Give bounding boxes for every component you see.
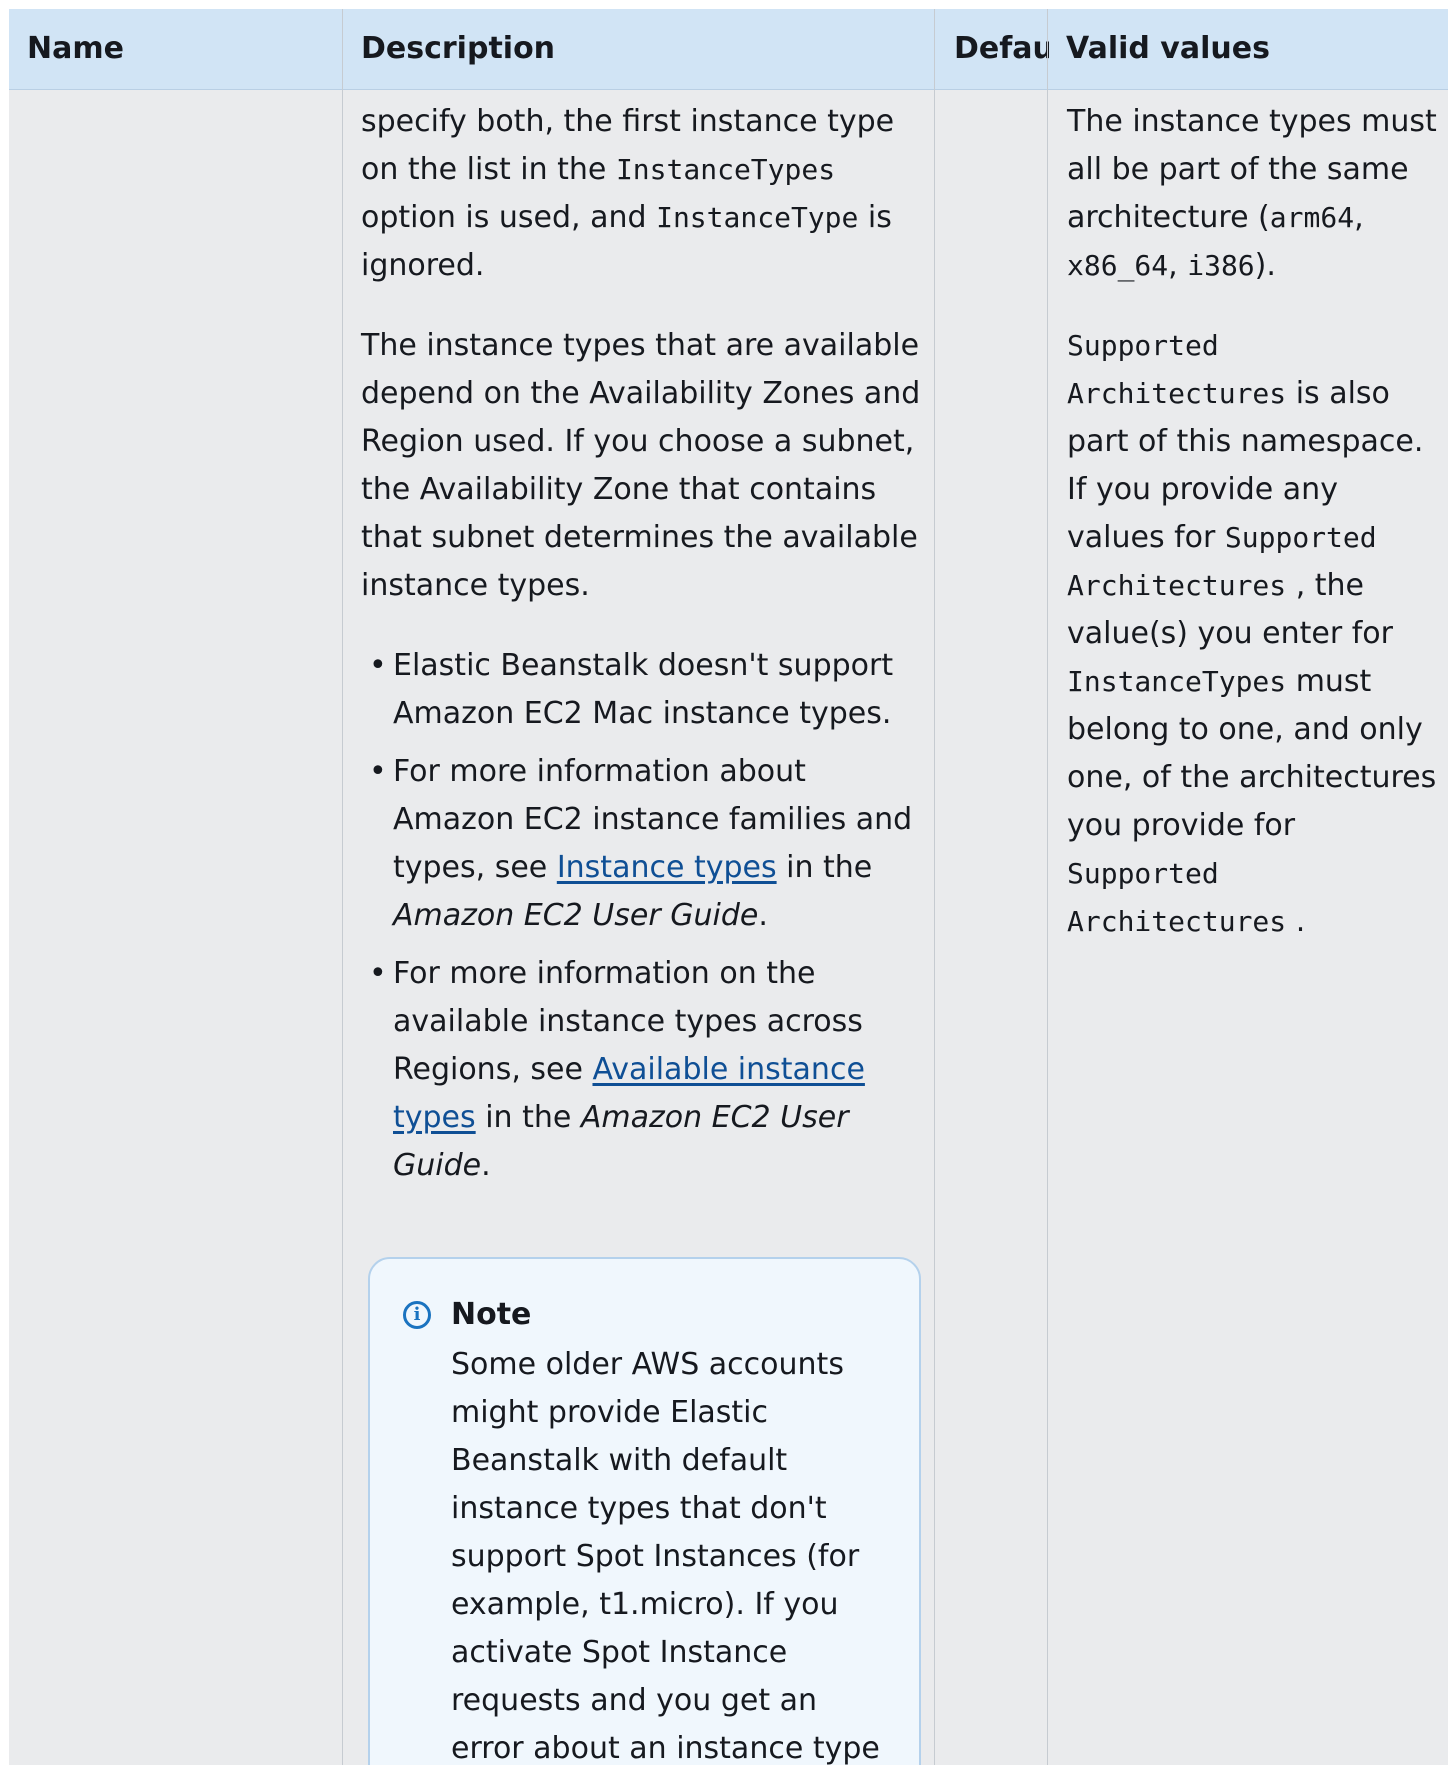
text: option is used, and [361, 200, 657, 235]
description-paragraph: specify both, the first instance type on… [361, 98, 921, 290]
column-header-default: Defaul [954, 31, 1049, 66]
note-box: i Note Some older AWS accounts might pro… [368, 1257, 921, 1765]
column-header-description: Description [361, 31, 556, 66]
options-table: Name Description Defaul Valid values spe… [9, 9, 1448, 1765]
column-divider [934, 9, 935, 1765]
code-supported-architectures: Supported Architectures [1067, 329, 1287, 410]
note-body: Some older AWS accounts might provide El… [451, 1347, 880, 1765]
column-header-valid-values: Valid values [1066, 31, 1270, 66]
instance-types-link[interactable]: Instance types [557, 850, 777, 885]
text: The instance types must all be part of t… [1067, 104, 1437, 235]
text: . [758, 898, 768, 933]
text: Elastic Beanstalk doesn't support Amazon… [393, 648, 894, 731]
column-divider [342, 9, 343, 1765]
guide-title: Amazon EC2 User Guide [393, 898, 759, 933]
code-i386: i386 [1187, 249, 1255, 282]
table-header-row: Name Description Defaul Valid values [9, 9, 1448, 90]
bullet-list: Elastic Beanstalk doesn't support Amazon… [361, 642, 921, 1190]
description-paragraph: The instance types that are available de… [361, 328, 921, 603]
code-x86-64: x86_64 [1067, 249, 1169, 282]
list-item: Elastic Beanstalk doesn't support Amazon… [369, 642, 921, 738]
text: , [1354, 200, 1364, 235]
code-supported-architectures: Supported Architectures [1067, 857, 1287, 938]
code-instancetype: InstanceType [656, 201, 859, 234]
list-item: For more information about Amazon EC2 in… [369, 748, 921, 940]
text: , [1168, 248, 1188, 283]
description-cell: specify both, the first instance type on… [361, 89, 921, 1200]
code-instancetypes: InstanceTypes [1067, 665, 1287, 698]
valid-values-paragraph: The instance types must all be part of t… [1067, 98, 1437, 290]
code-instancetypes: InstanceTypes [615, 153, 836, 186]
column-header-name: Name [27, 31, 124, 66]
list-item: For more information on the available in… [369, 950, 921, 1190]
column-divider [1047, 9, 1048, 1765]
info-icon: i [403, 1301, 431, 1329]
note-title: Note [451, 1297, 532, 1332]
valid-values-cell: The instance types must all be part of t… [1067, 89, 1437, 946]
text: . [481, 1148, 491, 1183]
code-arm64: arm64 [1269, 201, 1355, 234]
text: in the [475, 1100, 581, 1135]
text: in the [776, 850, 873, 885]
valid-values-paragraph: Supported Architectures is also part of … [1067, 322, 1437, 946]
text: . [1286, 904, 1306, 939]
text: ). [1254, 248, 1276, 283]
